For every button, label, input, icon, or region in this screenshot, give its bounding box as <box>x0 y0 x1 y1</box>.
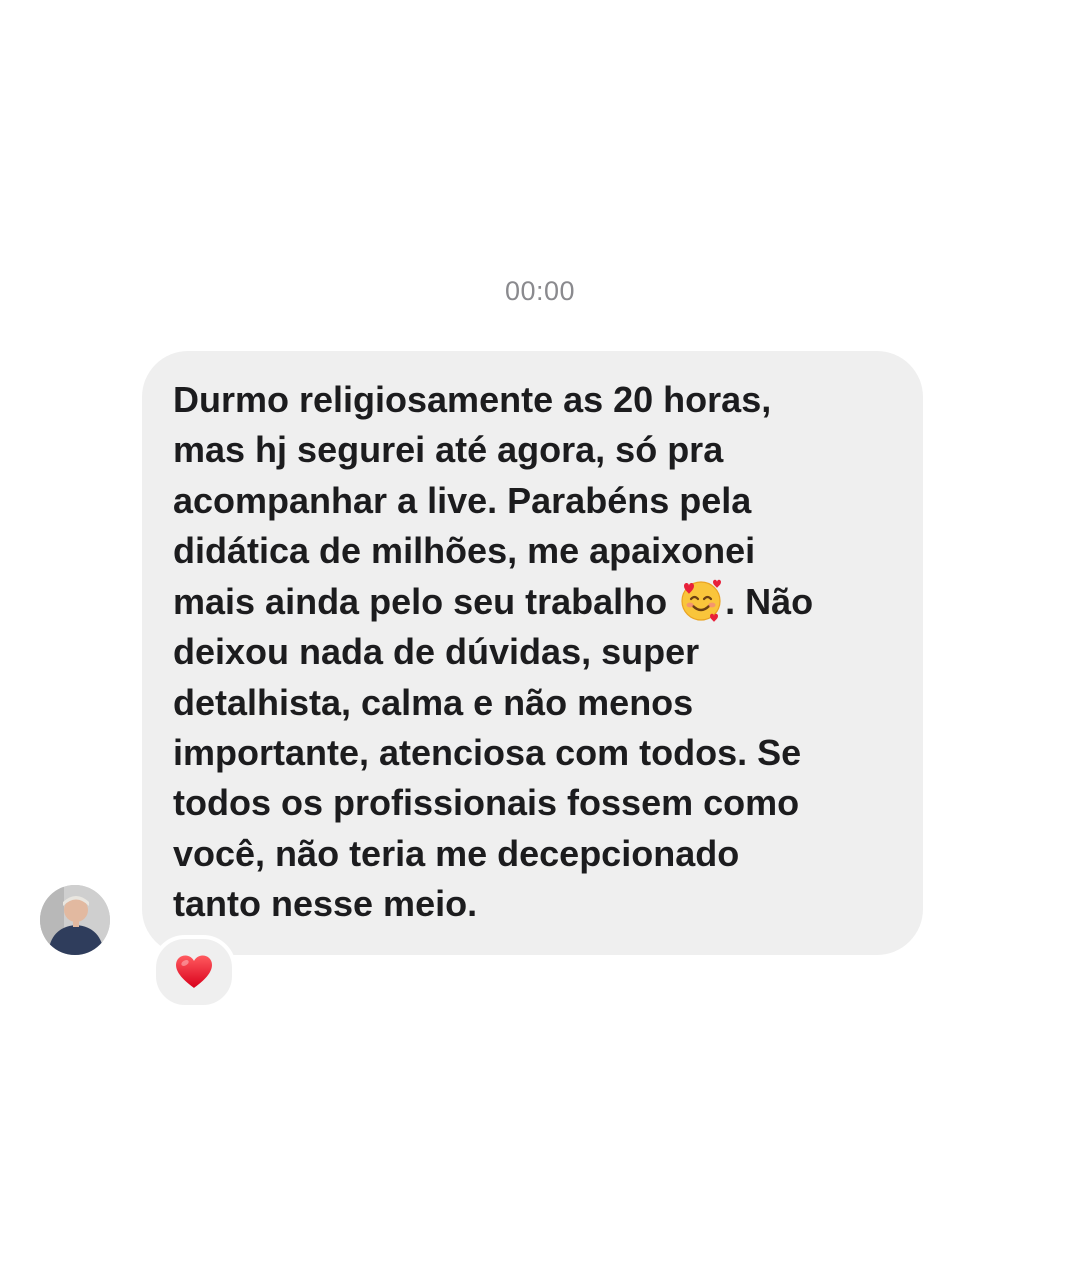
sender-avatar[interactable] <box>40 885 110 955</box>
message-bubble[interactable]: Durmo religiosamente as 20 horas, mas hj… <box>142 351 923 955</box>
avatar-photo-icon <box>40 885 110 955</box>
message-reaction[interactable] <box>152 935 236 1009</box>
message-timestamp: 00:00 <box>504 276 576 306</box>
message-text: Durmo religiosamente as 20 horas, mas hj… <box>173 375 903 929</box>
red-heart-icon <box>176 955 212 988</box>
message-text-part-2: . Não deixou nada de dúvidas, super deta… <box>173 581 814 924</box>
smiling-face-with-hearts-icon <box>681 579 722 623</box>
